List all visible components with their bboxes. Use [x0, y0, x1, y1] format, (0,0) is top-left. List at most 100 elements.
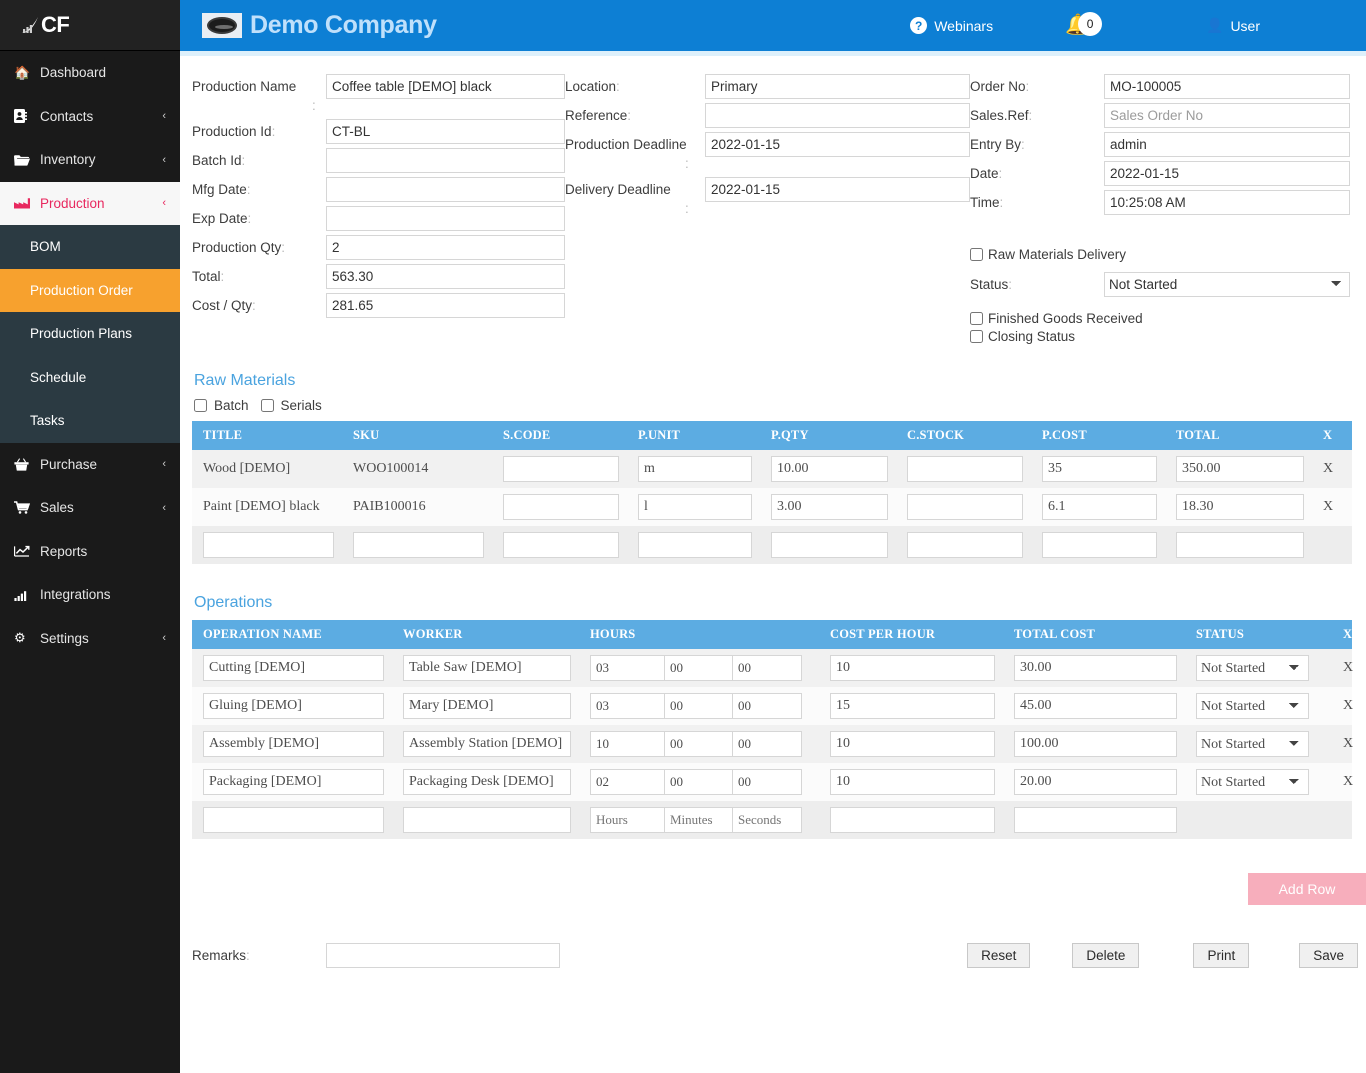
sales-ref-input[interactable] — [1104, 103, 1350, 128]
batch-id-input[interactable] — [326, 148, 565, 173]
delete-button[interactable]: Delete — [1072, 943, 1140, 968]
op-worker-input[interactable] — [403, 769, 571, 795]
entry-by-input[interactable] — [1104, 132, 1350, 157]
exp-date-input[interactable] — [326, 206, 565, 231]
op-hours-input[interactable] — [590, 769, 664, 795]
rm-scode-input[interactable] — [503, 494, 619, 520]
op-new-total-cost-input[interactable] — [1014, 807, 1177, 833]
remarks-input[interactable] — [326, 943, 560, 968]
sidebar-item-purchase[interactable]: Purchase ‹ — [0, 443, 180, 487]
op-name-input[interactable] — [203, 693, 384, 719]
finished-goods-checkbox[interactable] — [970, 312, 983, 325]
sidebar-item-production-order[interactable]: Production Order — [0, 268, 180, 312]
rm-total-input[interactable] — [1176, 494, 1304, 520]
op-new-cost-per-hour-input[interactable] — [830, 807, 995, 833]
time-input[interactable] — [1104, 190, 1350, 215]
rm-new-punit-input[interactable] — [638, 532, 752, 558]
rm-new-cstock-input[interactable] — [907, 532, 1023, 558]
op-hours-input[interactable] — [590, 693, 664, 719]
reset-button[interactable]: Reset — [967, 943, 1031, 968]
rm-new-pcost-input[interactable] — [1042, 532, 1157, 558]
production-name-input[interactable] — [326, 74, 565, 99]
date-input[interactable] — [1104, 161, 1350, 186]
op-status-select[interactable]: Not Started — [1196, 693, 1309, 719]
raw-materials-delivery-checkbox[interactable] — [970, 248, 983, 261]
order-no-input[interactable] — [1104, 74, 1350, 99]
op-cost-per-hour-input[interactable] — [830, 655, 995, 681]
op-new-name-input[interactable] — [203, 807, 384, 833]
topbar-brand[interactable]: Demo Company — [202, 11, 437, 40]
production-qty-input[interactable] — [326, 235, 565, 260]
sidebar-item-production[interactable]: Production ‹ — [0, 181, 180, 225]
delivery-deadline-input[interactable] — [705, 177, 970, 202]
rm-new-pqty-input[interactable] — [771, 532, 888, 558]
add-row-button[interactable]: Add Row — [1248, 873, 1366, 905]
rm-pcost-input[interactable] — [1042, 494, 1157, 520]
rm-punit-input[interactable] — [638, 494, 752, 520]
batch-checkbox[interactable] — [194, 399, 207, 412]
op-status-select[interactable]: Not Started — [1196, 655, 1309, 681]
op-status-select[interactable]: Not Started — [1196, 731, 1309, 757]
rm-cstock-input[interactable] — [907, 456, 1023, 482]
rm-cstock-input[interactable] — [907, 494, 1023, 520]
op-minutes-input[interactable] — [664, 769, 732, 795]
rm-remove-button[interactable]: X — [1312, 450, 1352, 488]
op-worker-input[interactable] — [403, 693, 571, 719]
op-total-cost-input[interactable] — [1014, 693, 1177, 719]
op-total-cost-input[interactable] — [1014, 769, 1177, 795]
sidebar-item-bom[interactable]: BOM — [0, 225, 180, 269]
op-remove-button[interactable]: X — [1332, 687, 1353, 725]
reference-input[interactable] — [705, 103, 970, 128]
rm-punit-input[interactable] — [638, 456, 752, 482]
op-hours-input[interactable] — [590, 655, 664, 681]
op-new-worker-input[interactable] — [403, 807, 571, 833]
mfg-date-input[interactable] — [326, 177, 565, 202]
rm-scode-input[interactable] — [503, 456, 619, 482]
webinars-link[interactable]: ? Webinars — [910, 17, 993, 34]
save-button[interactable]: Save — [1299, 943, 1358, 968]
sidebar-brand[interactable]: CF — [0, 0, 180, 51]
sidebar-item-settings[interactable]: ⚙ Settings ‹ — [0, 617, 180, 661]
serials-checkbox[interactable] — [260, 399, 274, 412]
status-select[interactable]: Not Started — [1104, 272, 1350, 297]
sidebar-item-tasks[interactable]: Tasks — [0, 399, 180, 443]
op-name-input[interactable] — [203, 731, 384, 757]
user-menu[interactable]: 👤 User — [1206, 17, 1260, 34]
closing-status-checkbox[interactable] — [970, 330, 983, 343]
sidebar-item-sales[interactable]: Sales ‹ — [0, 486, 180, 530]
rm-remove-button[interactable]: X — [1312, 488, 1352, 526]
op-new-seconds-input[interactable] — [732, 807, 802, 833]
rm-new-total-input[interactable] — [1176, 532, 1304, 558]
op-minutes-input[interactable] — [664, 655, 732, 681]
op-seconds-input[interactable] — [732, 655, 802, 681]
op-worker-input[interactable] — [403, 731, 571, 757]
op-new-minutes-input[interactable] — [664, 807, 732, 833]
sidebar-item-dashboard[interactable]: 🏠 Dashboard — [0, 51, 180, 95]
op-cost-per-hour-input[interactable] — [830, 693, 995, 719]
op-total-cost-input[interactable] — [1014, 731, 1177, 757]
notifications-button[interactable]: 🔔 0 — [1065, 12, 1103, 36]
production-id-input[interactable] — [326, 119, 565, 144]
rm-new-sku-input[interactable] — [353, 532, 484, 558]
op-remove-button[interactable]: X — [1332, 763, 1353, 801]
op-cost-per-hour-input[interactable] — [830, 769, 995, 795]
op-seconds-input[interactable] — [732, 769, 802, 795]
sidebar-item-contacts[interactable]: Contacts ‹ — [0, 95, 180, 139]
op-minutes-input[interactable] — [664, 693, 732, 719]
op-remove-button[interactable]: X — [1332, 649, 1353, 687]
rm-pqty-input[interactable] — [771, 456, 888, 482]
op-seconds-input[interactable] — [732, 693, 802, 719]
location-input[interactable] — [705, 74, 970, 99]
rm-pcost-input[interactable] — [1042, 456, 1157, 482]
op-name-input[interactable] — [203, 769, 384, 795]
op-remove-button[interactable]: X — [1332, 725, 1353, 763]
op-cost-per-hour-input[interactable] — [830, 731, 995, 757]
cost-per-qty-input[interactable] — [326, 293, 565, 318]
sidebar-item-integrations[interactable]: Integrations — [0, 573, 180, 617]
op-total-cost-input[interactable] — [1014, 655, 1177, 681]
rm-new-title-input[interactable] — [203, 532, 334, 558]
op-minutes-input[interactable] — [664, 731, 732, 757]
op-status-select[interactable]: Not Started — [1196, 769, 1309, 795]
rm-new-scode-input[interactable] — [503, 532, 619, 558]
op-new-hours-input[interactable] — [590, 807, 664, 833]
